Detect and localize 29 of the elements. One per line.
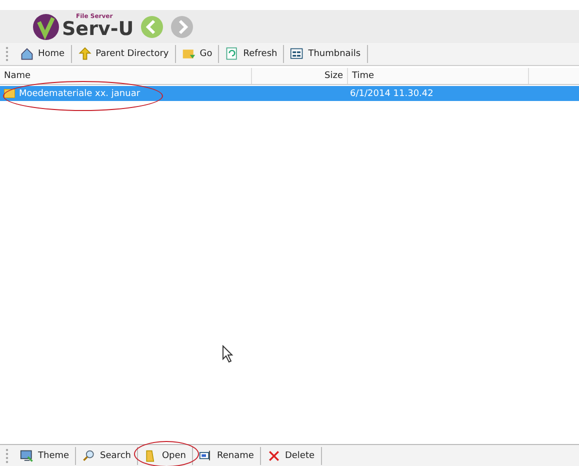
- back-icon[interactable]: [140, 14, 164, 38]
- toolbar-button[interactable]: Theme: [14, 446, 76, 464]
- toolbar-button[interactable]: Search: [76, 446, 138, 464]
- refresh-icon: [225, 47, 240, 61]
- delete-icon: [266, 448, 281, 462]
- search-icon: [82, 448, 96, 462]
- thumbnails-icon: [290, 47, 304, 61]
- monitor-icon: [20, 448, 34, 462]
- forward-icon[interactable]: [170, 14, 194, 38]
- toolbar-button[interactable]: Rename: [193, 446, 261, 464]
- home-icon: [20, 47, 34, 61]
- file-name: Moedemateriale xx. januar: [19, 88, 140, 98]
- toolbar-button[interactable]: Home: [14, 45, 72, 63]
- toolbar-button[interactable]: Delete: [260, 446, 322, 464]
- toolbar-button[interactable]: Thumbnails: [284, 45, 368, 63]
- folder-icon: [182, 47, 196, 61]
- logo-title: Serv-U: [62, 20, 134, 39]
- pointer-icon: [222, 345, 234, 363]
- logo-icon: [32, 12, 60, 40]
- toolbar-button[interactable]: Parent Directory: [72, 45, 176, 63]
- toolbar-button[interactable]: Refresh: [219, 45, 284, 63]
- toolbar-button[interactable]: Open: [138, 446, 194, 464]
- file-time: 6/1/2014 11.30.42: [349, 88, 434, 98]
- toolbar-button[interactable]: Go: [176, 45, 220, 63]
- column-header[interactable]: Size: [252, 68, 348, 84]
- column-header[interactable]: Name: [0, 68, 252, 84]
- column-header[interactable]: Time: [348, 68, 529, 84]
- folder-icon: [4, 89, 15, 98]
- arrow-icon: [78, 47, 92, 61]
